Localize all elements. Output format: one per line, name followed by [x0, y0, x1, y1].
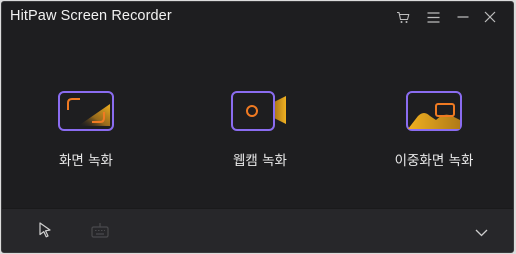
keyboard-icon	[91, 222, 109, 242]
app-title: HitPaw Screen Recorder	[10, 8, 172, 24]
keyboard-toggle[interactable]	[90, 223, 110, 241]
minimize-icon	[457, 11, 469, 23]
close-icon	[484, 11, 496, 23]
menu-button[interactable]	[423, 7, 443, 27]
title-bar[interactable]: HitPaw Screen Recorder	[2, 2, 513, 32]
chevron-down-icon	[475, 222, 488, 241]
cart-button[interactable]	[393, 7, 413, 27]
cursor-icon	[38, 222, 52, 242]
close-button[interactable]	[480, 7, 500, 27]
screen-record-button[interactable]: 화면 녹화	[26, 90, 146, 169]
webcam-record-icon	[230, 90, 290, 134]
bottom-toolbar	[2, 208, 513, 252]
cart-icon	[396, 11, 410, 24]
screen-record-icon	[56, 90, 116, 134]
minimize-button[interactable]	[453, 7, 473, 27]
expand-button[interactable]	[473, 224, 489, 238]
screen-record-label: 화면 녹화	[59, 153, 113, 169]
app-window: HitPaw Screen Recorder 화면 녹화 웹캠 녹화 이중화면 …	[1, 1, 514, 253]
webcam-record-button[interactable]: 웹캠 녹화	[200, 90, 320, 169]
webcam-record-label: 웹캠 녹화	[233, 153, 287, 169]
cursor-toggle[interactable]	[37, 222, 53, 242]
menu-icon	[427, 11, 440, 23]
dual-screen-record-button[interactable]: 이중화면 녹화	[374, 90, 494, 169]
picture-in-picture-icon	[404, 90, 464, 134]
dual-screen-record-label: 이중화면 녹화	[394, 153, 474, 169]
mode-panel: 화면 녹화 웹캠 녹화 이중화면 녹화	[2, 32, 513, 207]
